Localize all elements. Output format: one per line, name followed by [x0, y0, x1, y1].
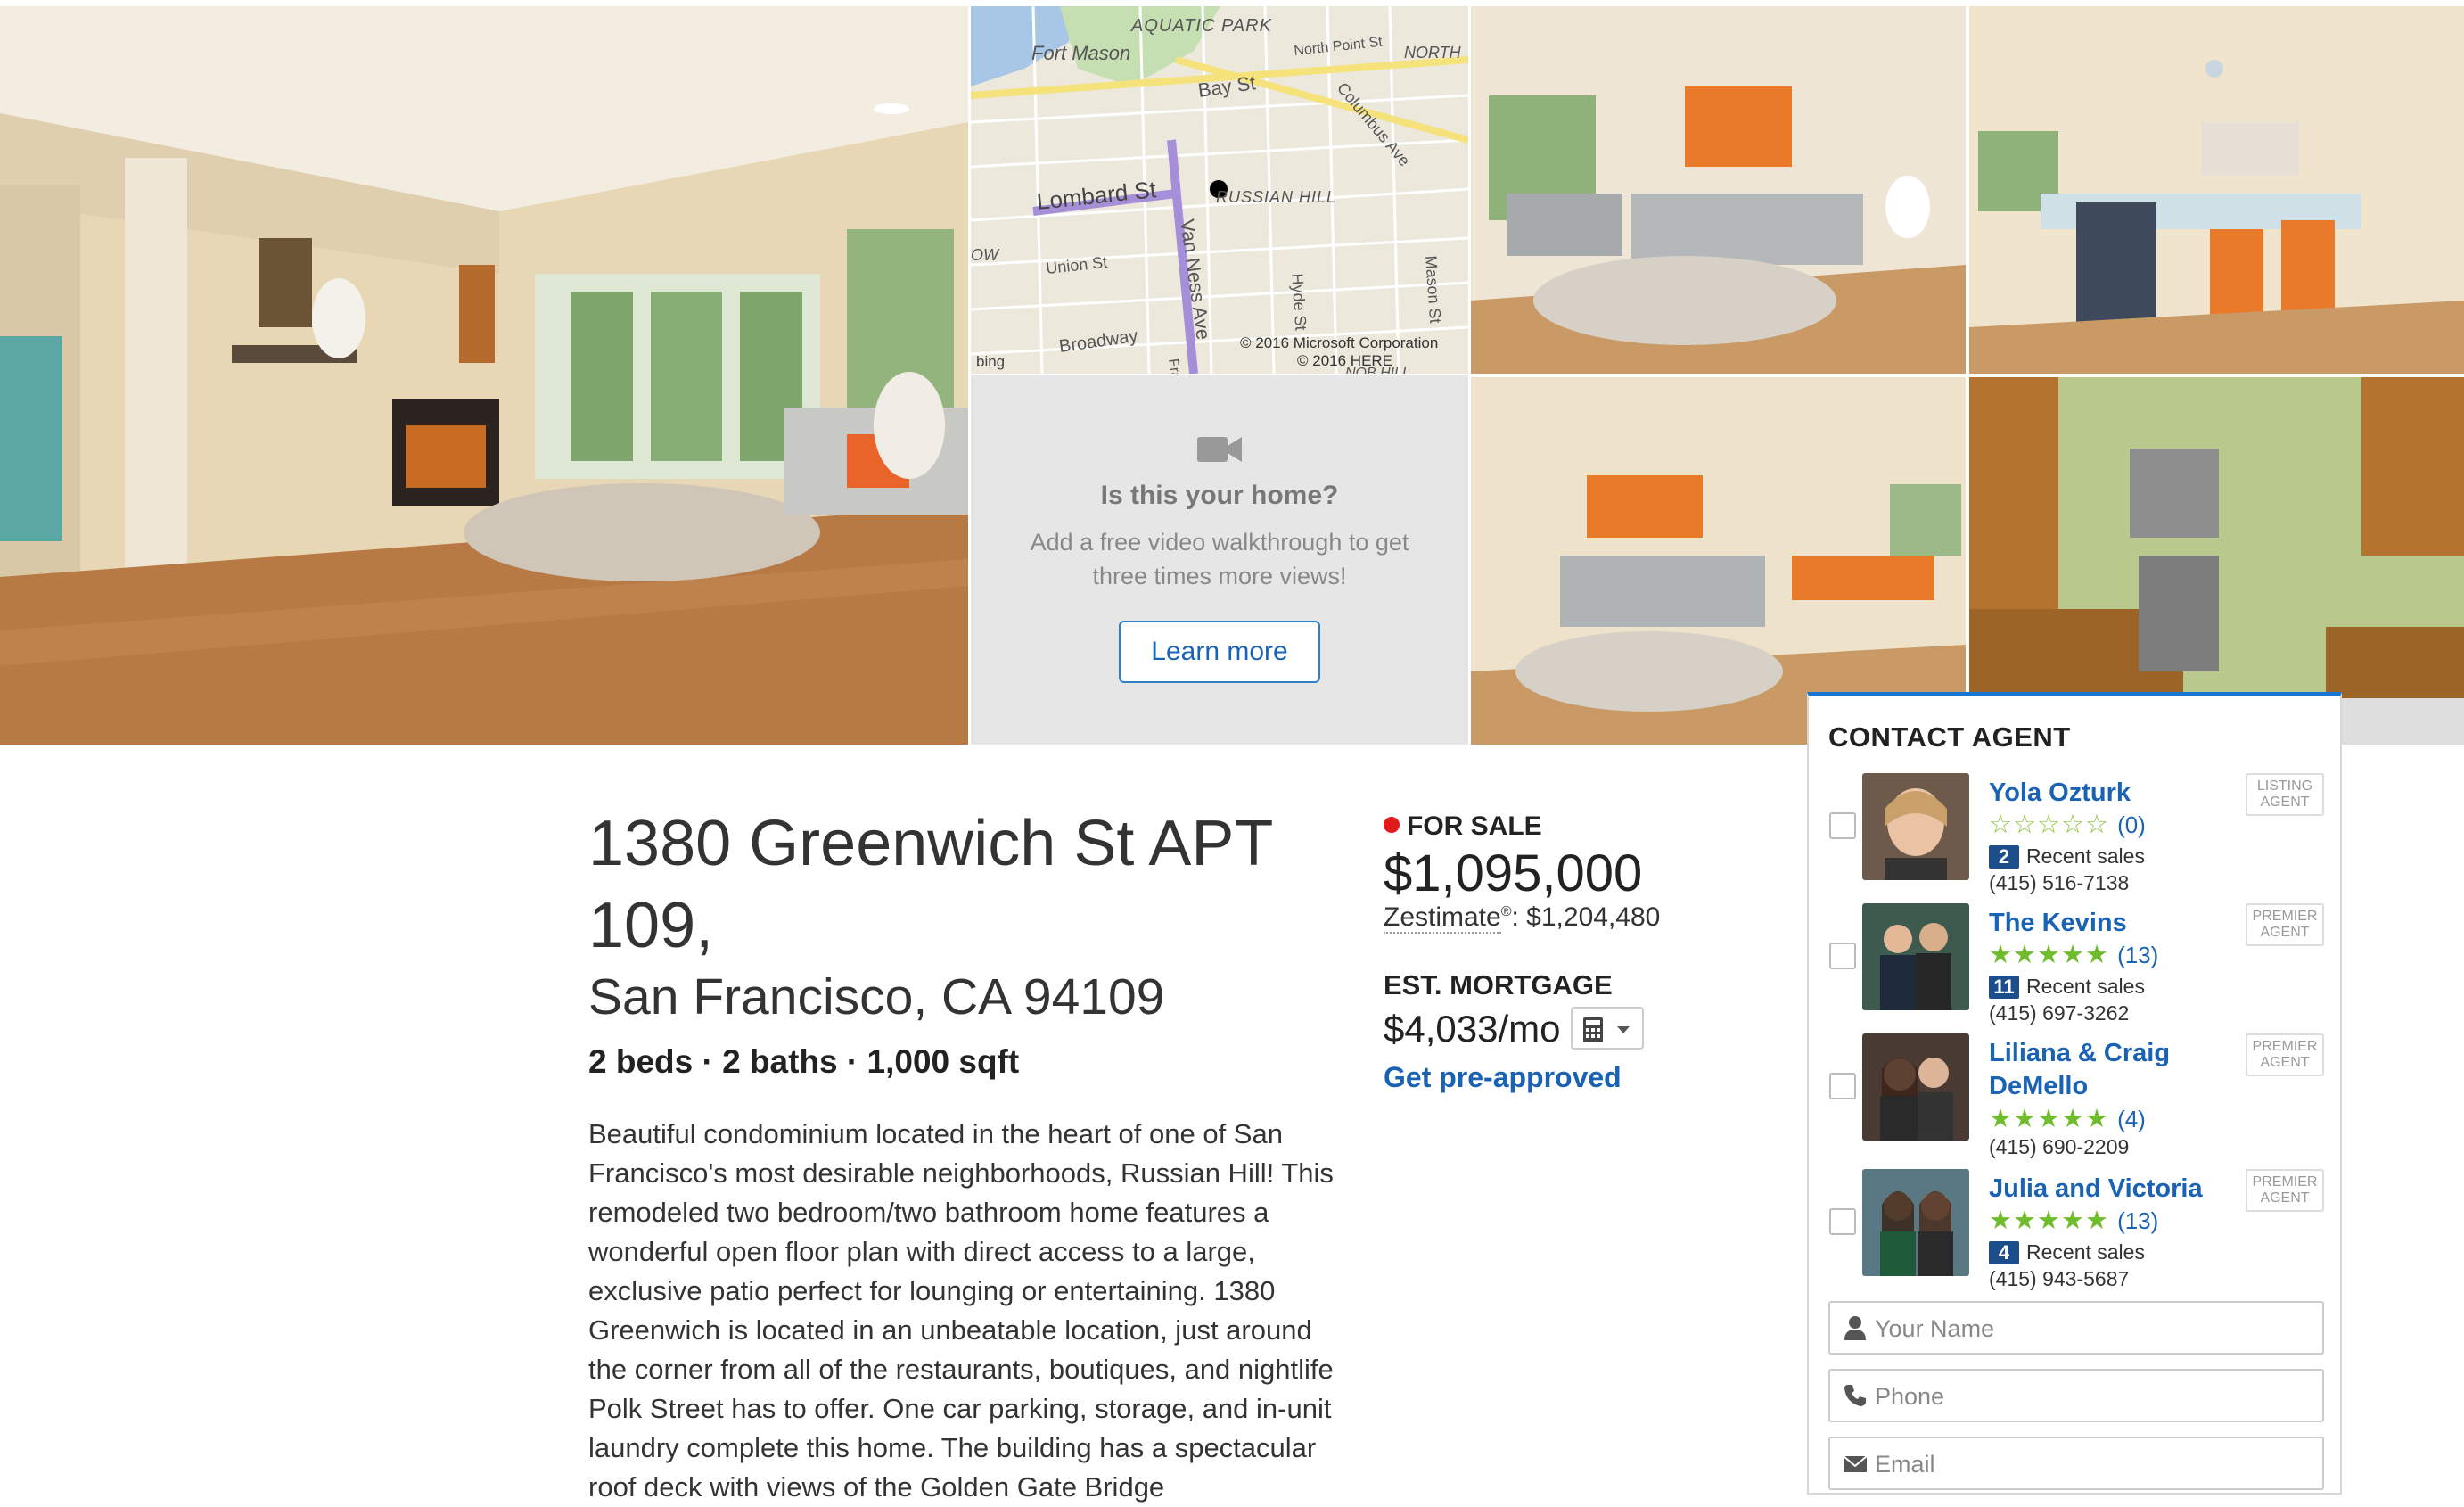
photo-living-room-3[interactable]: [1471, 377, 1966, 745]
sales-label: Recent sales: [2026, 1240, 2145, 1264]
map-label-fort-mason: Fort Mason: [1031, 42, 1130, 64]
agent-checkbox[interactable]: [1829, 812, 1856, 839]
phone-field[interactable]: Phone: [1828, 1369, 2324, 1422]
person-icon: [1844, 1316, 1866, 1340]
agent-name[interactable]: Julia and Victoria: [1989, 1173, 2238, 1206]
agent-review-count[interactable]: (0): [2117, 811, 2146, 838]
agent-name[interactable]: Yola Ozturk: [1989, 777, 2238, 810]
your-name-field[interactable]: Your Name: [1828, 1301, 2324, 1355]
avatar: [1862, 773, 1969, 880]
agent-stars: ☆☆☆☆☆: [1989, 811, 2109, 839]
agent-review-count[interactable]: (13): [2117, 942, 2158, 968]
video-walkthrough-promo: Is this your home? Add a free video walk…: [971, 375, 1468, 745]
agent-card-julia-and-victoria: Julia and Victoria ★★★★★ (13) 4 Recent sa…: [1809, 1169, 2340, 1294]
home-facts: 2 beds · 2 baths · 1,000 sqft: [588, 1043, 1020, 1080]
photo-dining-room[interactable]: [1969, 6, 2464, 374]
zestimate-label[interactable]: Zestimate: [1384, 902, 1501, 934]
contact-agent-panel: CONTACT AGENT Yola Ozturk ☆☆☆☆☆ (0) 2 Rec…: [1807, 692, 2342, 1495]
agent-card-liliana-craig-demello: Liliana & Craig DeMello ★★★★★ (4) (415) …: [1809, 1033, 2340, 1158]
map-label-ow: OW: [971, 246, 1000, 264]
agent-phone: (415) 516-7138: [1989, 871, 2130, 894]
email-placeholder: Email: [1875, 1451, 1935, 1478]
est-mortgage-label: EST. MORTGAGE: [1384, 969, 1613, 1001]
calculator-icon: [1583, 1017, 1603, 1042]
agent-checkbox[interactable]: [1829, 943, 1856, 969]
location-map[interactable]: AQUATIC PARK Fort Mason North Point St N…: [971, 6, 1468, 374]
chevron-down-icon: [1617, 1026, 1630, 1033]
agent-card-yola-ozturk: Yola Ozturk ☆☆☆☆☆ (0) 2 Recent sales (415…: [1809, 773, 2340, 898]
premier-agent-badge: PREMIER AGENT: [2246, 1033, 2324, 1076]
map-copyright-microsoft: © 2016 Microsoft Corporation: [1240, 334, 1438, 351]
address-line-1: 1380 Greenwich St APT 109,: [588, 808, 1273, 961]
agent-review-count[interactable]: (13): [2117, 1207, 2158, 1234]
sales-count-badge: 2: [1989, 845, 2019, 869]
agent-recent-sales: 4 Recent sales: [1989, 1240, 2145, 1264]
your-name-placeholder: Your Name: [1875, 1315, 1995, 1342]
mortgage-calculator-button[interactable]: [1571, 1007, 1644, 1050]
phone-placeholder: Phone: [1875, 1383, 1945, 1410]
phone-icon: [1844, 1385, 1866, 1406]
agent-rating[interactable]: ★★★★★ (4): [1989, 1103, 2146, 1134]
avatar: [1862, 1169, 1969, 1276]
envelope-icon: [1843, 1455, 1868, 1472]
map-label-russian-hill: RUSSIAN HILL: [1216, 188, 1336, 206]
sales-label: Recent sales: [2026, 975, 2145, 998]
est-mortgage-value: $4,033/mo: [1384, 1008, 1561, 1050]
status-label: FOR SALE: [1407, 811, 1542, 841]
agent-rating[interactable]: ☆☆☆☆☆ (0): [1989, 809, 2146, 840]
zestimate[interactable]: Zestimate®: $1,204,480: [1384, 902, 1661, 934]
agent-checkbox[interactable]: [1829, 1208, 1856, 1235]
main-photo-living-room[interactable]: [0, 6, 968, 745]
status-dot: [1384, 817, 1400, 833]
contact-agent-title: CONTACT AGENT: [1828, 721, 2071, 753]
listing-price: $1,095,000: [1384, 844, 1643, 902]
premier-agent-badge: PREMIER AGENT: [2246, 903, 2324, 946]
zestimate-registered-mark: ®: [1500, 904, 1512, 919]
avatar: [1862, 1033, 1969, 1141]
listing-agent-badge: LISTING AGENT: [2246, 773, 2324, 816]
agent-phone: (415) 697-3262: [1989, 1001, 2130, 1025]
sales-count-badge: 11: [1989, 976, 2019, 999]
agent-rating[interactable]: ★★★★★ (13): [1989, 1205, 2158, 1236]
agent-rating[interactable]: ★★★★★ (13): [1989, 939, 2158, 970]
map-label-fra: Fra: [1165, 358, 1183, 374]
agent-phone: (415) 943-5687: [1989, 1267, 2130, 1290]
agent-recent-sales: 2 Recent sales: [1989, 844, 2145, 869]
premier-agent-badge: PREMIER AGENT: [2246, 1169, 2324, 1212]
bing-logo: bing: [976, 353, 1005, 370]
map-label-aquatic-park: AQUATIC PARK: [1130, 16, 1273, 36]
map-copyright-here: © 2016 HERE: [1297, 352, 1392, 369]
avatar: [1862, 903, 1969, 1010]
agent-name[interactable]: The Kevins: [1989, 907, 2238, 940]
video-camera-icon: [1197, 437, 1242, 462]
email-field[interactable]: Email: [1828, 1437, 2324, 1490]
sales-label: Recent sales: [2026, 844, 2145, 868]
photo-kitchen[interactable]: [1969, 377, 2464, 745]
agent-phone: (415) 690-2209: [1989, 1135, 2130, 1158]
photo-living-room-2[interactable]: [1471, 6, 1966, 374]
zestimate-value: : $1,204,480: [1511, 902, 1661, 932]
agent-card-the-kevins: The Kevins ★★★★★ (13) 11 Recent sales (41…: [1809, 903, 2340, 1028]
listing-status: FOR SALE: [1384, 811, 1542, 842]
agent-checkbox[interactable]: [1829, 1073, 1856, 1099]
agent-stars: ★★★★★: [1989, 941, 2109, 969]
learn-more-button[interactable]: Learn more: [1119, 621, 1320, 683]
agent-recent-sales: 11 Recent sales: [1989, 975, 2145, 999]
address-line-2: San Francisco, CA 94109: [588, 968, 1165, 1025]
agent-stars: ★★★★★: [1989, 1105, 2109, 1133]
agent-review-count[interactable]: (4): [2117, 1106, 2146, 1132]
video-promo-subtitle: Add a free video walkthrough to get thre…: [1030, 529, 1409, 589]
get-pre-approved-link[interactable]: Get pre-approved: [1384, 1061, 1622, 1094]
video-promo-title: Is this your home?: [1100, 481, 1339, 510]
map-label-north: NORTH: [1404, 44, 1462, 62]
agent-name[interactable]: Liliana & Craig DeMello: [1989, 1037, 2238, 1103]
sales-count-badge: 4: [1989, 1241, 2019, 1264]
listing-description: Beautiful condominium located in the hea…: [588, 1118, 1334, 1503]
agent-stars: ★★★★★: [1989, 1206, 2109, 1235]
